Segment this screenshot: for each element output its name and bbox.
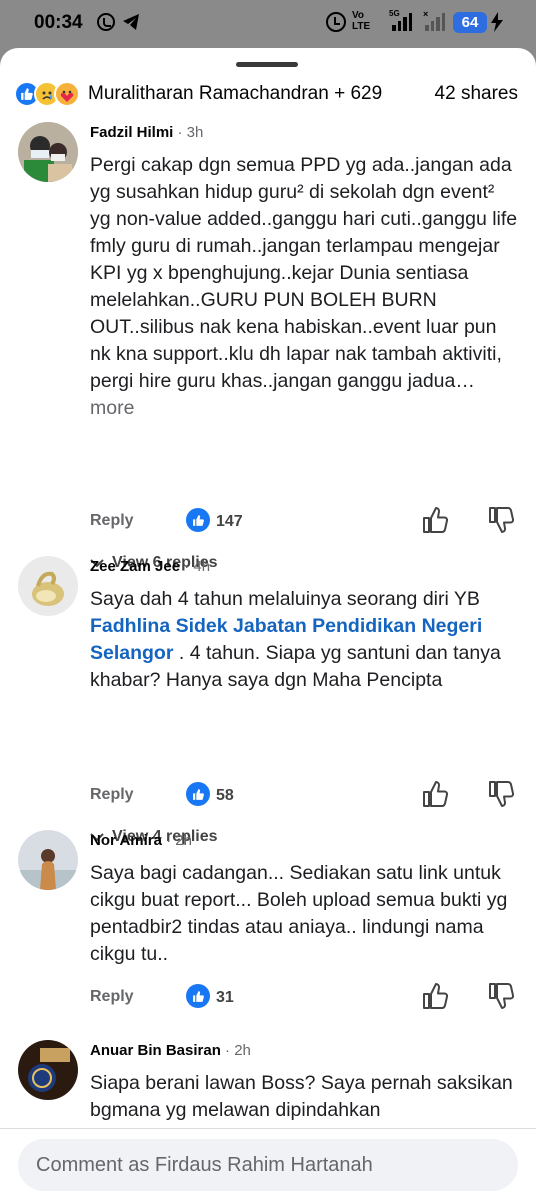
reactor-names[interactable]: Muralitharan Ramachandran + 629 [88,83,382,105]
comment-header: Anuar Bin Basiran · 2h [90,1042,251,1059]
comment-body: Saya bagi cadangan... Sediakan satu link… [90,862,508,965]
reaction-icons [14,81,80,107]
like-count-icon [186,508,210,532]
comment-body: Pergi cakap dgn semua PPD yg ada..jangan… [90,154,518,392]
alarm-icon [326,12,346,32]
thumbs-down-icon[interactable] [488,982,514,1010]
comment-time: · 2h [225,1042,251,1059]
care-reaction-icon [54,81,80,107]
comment-time: · 4h [184,558,211,575]
like-count[interactable]: 31 [216,989,234,1007]
reply-button[interactable]: Reply [90,988,134,1006]
whatsapp-icon [97,13,115,31]
comment-input[interactable]: Comment as Firdaus Rahim Hartanah [18,1139,518,1191]
see-more-link[interactable]: more [90,397,134,419]
avatar[interactable] [18,1040,78,1100]
comment-author[interactable]: Anuar Bin Basiran [90,1042,221,1059]
battery-icon: 64 [453,12,487,33]
thumbs-up-icon[interactable] [422,982,448,1010]
shares-count[interactable]: 42 shares [435,83,518,105]
comment-header: Nor Amira · 2h [90,832,192,849]
comment-body: Saya dah 4 tahun melaluinya seorang diri… [90,588,480,610]
like-count-icon [186,984,210,1008]
avatar[interactable] [18,556,78,616]
reply-button[interactable]: Reply [90,512,134,530]
comment-author[interactable]: Fadzil Hilmi [90,124,173,141]
comment-text: Pergi cakap dgn semua PPD yg ada..jangan… [90,152,520,422]
volte-indicator: Vo LTE [352,10,371,32]
like-count-icon [186,782,210,806]
comments-sheet: Muralitharan Ramachandran + 629 42 share… [0,48,536,1200]
reply-button[interactable]: Reply [90,786,134,804]
thumbs-up-icon[interactable] [422,780,448,808]
comment-time: · 3h [177,124,204,141]
thumbs-down-icon[interactable] [488,780,514,808]
thumbs-down-icon[interactable] [488,506,514,534]
comment-author[interactable]: Zee Zam Jee [90,558,180,575]
comment-header: Fadzil Hilmi · 3h [90,124,203,141]
telegram-icon [123,14,139,30]
signal-2-icon [425,13,445,31]
thumbs-up-icon[interactable] [422,506,448,534]
comment-text: Siapa berani lawan Boss? Saya pernah sak… [90,1070,520,1124]
comment-actions: Reply 58 [90,780,520,812]
comment-header: Zee Zam Jee · 4h [90,558,210,575]
avatar[interactable] [18,830,78,890]
reactions-bar[interactable]: Muralitharan Ramachandran + 629 42 share… [14,78,534,110]
comment-author[interactable]: Nor Amira [90,832,162,849]
comment-composer-bar: Comment as Firdaus Rahim Hartanah [0,1128,536,1200]
status-time: 00:34 [34,12,83,33]
like-count[interactable]: 147 [216,513,243,531]
comment-text: Saya dah 4 tahun melaluinya seorang diri… [90,586,520,694]
avatar[interactable] [18,122,78,182]
comment-text: Saya bagi cadangan... Sediakan satu link… [90,860,520,968]
like-count[interactable]: 58 [216,787,234,805]
comment-actions: Reply 147 [90,506,520,538]
charging-icon [491,12,503,32]
status-bar: 00:34 Vo LTE 5G × 64 [0,0,536,48]
signal-icon [392,13,412,31]
drag-handle[interactable] [236,62,298,67]
comment-actions: Reply 31 [90,982,520,1014]
comment-time: · 2h [166,832,192,849]
comment-body: Siapa berani lawan Boss? Saya pernah sak… [90,1072,513,1121]
